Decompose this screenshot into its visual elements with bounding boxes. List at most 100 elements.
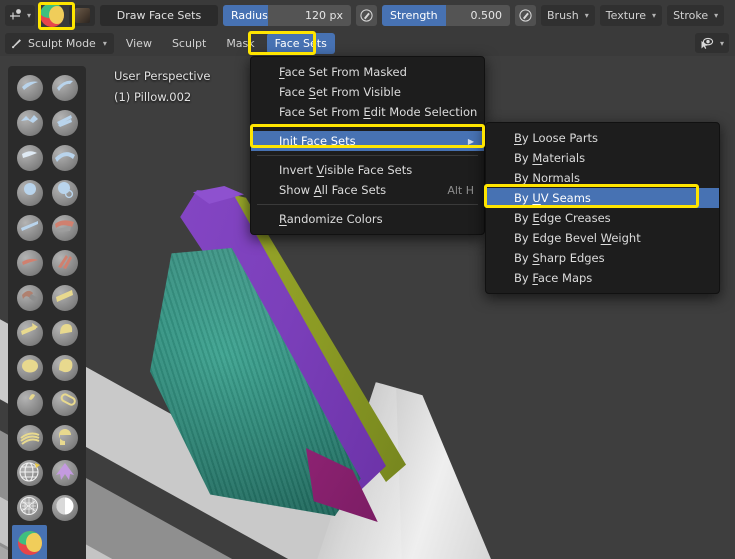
brush-name-field[interactable]: Draw Face Sets <box>100 4 218 26</box>
tool-snake-hook-brush[interactable] <box>47 350 82 385</box>
menu-item-label: By UV Seams <box>514 191 591 205</box>
tool-draw-brush[interactable] <box>12 70 47 105</box>
menu-item-label: By Edge Creases <box>514 211 611 225</box>
tool-flatten-brush[interactable] <box>12 245 47 280</box>
tool-pinch-brush[interactable] <box>12 315 47 350</box>
brush-elastic-deform-icon <box>16 354 43 381</box>
brush-scrape-icon <box>16 284 43 311</box>
menu-item-invert-visible-face-sets[interactable]: Invert Visible Face Sets <box>251 160 484 180</box>
brush-name-text: Draw Face Sets <box>116 8 202 22</box>
menu-view-label: View <box>125 36 152 50</box>
editor-type-icon[interactable]: ▾ <box>5 4 35 26</box>
sculpt-brush-toolbar[interactable] <box>8 66 86 559</box>
menu-item-init-face-sets[interactable]: Init Face Sets ▶ <box>251 131 484 151</box>
tool-simplify-brush[interactable] <box>12 490 47 525</box>
tool-rotate-brush[interactable] <box>47 420 82 455</box>
submenu-item-by-face-maps[interactable]: By Face Maps <box>486 268 719 288</box>
pressure-pen-glyph <box>360 8 373 22</box>
stroke-dropdown[interactable]: Stroke ▾ <box>667 4 725 26</box>
tool-mask-brush[interactable] <box>47 490 82 525</box>
tool-inflate-brush[interactable] <box>12 175 47 210</box>
tool-crease-brush[interactable] <box>12 210 47 245</box>
viewport-info-text: User Perspective (1) Pillow.002 <box>114 66 210 108</box>
tool-layer-brush[interactable] <box>47 140 82 175</box>
menu-item-show-all-face-sets[interactable]: Show All Face Sets Alt H <box>251 180 484 200</box>
menu-item-label: By Loose Parts <box>514 131 599 145</box>
brush-inflate-icon <box>16 179 43 206</box>
strength-pressure-icon[interactable] <box>515 4 536 26</box>
tool-cloth-brush[interactable] <box>47 455 82 490</box>
brush-thumb-icon <box>16 389 43 416</box>
radius-label: Radius <box>231 8 268 22</box>
tool-scrape-brush[interactable] <box>12 280 47 315</box>
tool-fill-brush[interactable] <box>47 245 82 280</box>
brush-preview-icon[interactable] <box>69 4 95 26</box>
tool-elastic-deform-brush[interactable] <box>12 350 47 385</box>
brush-multiplane-scrape-icon <box>51 284 78 311</box>
brush-rotate-icon <box>51 424 78 451</box>
brush-fill-icon <box>51 249 78 276</box>
submenu-item-by-normals[interactable]: By Normals <box>486 168 719 188</box>
viewport-object-label: (1) Pillow.002 <box>114 90 192 104</box>
submenu-item-by-loose-parts[interactable]: By Loose Parts <box>486 128 719 148</box>
radius-slider[interactable]: Radius 120 px <box>223 4 351 26</box>
menu-view[interactable]: View <box>118 33 160 54</box>
tool-smooth-brush[interactable] <box>47 210 82 245</box>
brush-cloth-icon <box>51 459 78 486</box>
tool-clay-thumb-brush[interactable] <box>12 140 47 175</box>
stroke-dropdown-label: Stroke <box>673 8 709 22</box>
menu-item-face-set-from-visible[interactable]: Face Set From Visible <box>251 82 484 102</box>
tool-clay-brush[interactable] <box>12 105 47 140</box>
menu-separator <box>257 155 478 156</box>
tool-nudge-brush[interactable] <box>12 420 47 455</box>
brush-crease-icon <box>16 214 43 241</box>
menu-mask-label: Mask <box>226 36 255 50</box>
brush-clay-icon <box>16 109 43 136</box>
submenu-item-by-sharp-edges[interactable]: By Sharp Edges <box>486 248 719 268</box>
menu-item-label: By Normals <box>514 171 580 185</box>
chevron-down-icon: ▾ <box>26 10 31 20</box>
submenu-item-by-edge-creases[interactable]: By Edge Creases <box>486 208 719 228</box>
mode-selector[interactable]: Sculpt Mode ▾ <box>5 32 114 54</box>
menu-mask[interactable]: Mask <box>218 33 262 54</box>
tool-draw-face-sets-brush[interactable] <box>12 525 47 559</box>
menu-item-label: By Sharp Edges <box>514 251 605 265</box>
pressure-pen-glyph <box>519 8 532 22</box>
submenu-item-by-materials[interactable]: By Materials <box>486 148 719 168</box>
brush-dropdown[interactable]: Brush ▾ <box>541 4 595 26</box>
tool-thumb-brush[interactable] <box>12 385 47 420</box>
menu-face-sets-label: Face Sets <box>274 36 327 50</box>
brush-smooth-icon <box>51 214 78 241</box>
strength-slider[interactable]: Strength 0.500 <box>382 4 510 26</box>
face-sets-brush-icon[interactable] <box>40 3 64 27</box>
menu-item-randomize-colors[interactable]: Randomize Colors <box>251 209 484 229</box>
tool-pose-brush[interactable] <box>47 385 82 420</box>
menu-item-label: By Face Maps <box>514 271 593 285</box>
tool-grab-brush[interactable] <box>47 315 82 350</box>
texture-dropdown-label: Texture <box>605 8 647 22</box>
menu-item-face-set-from-edit-mode-selection[interactable]: Face Set From Edit Mode Selection <box>251 102 484 122</box>
menu-separator <box>257 126 478 127</box>
tool-slide-relax-brush[interactable] <box>12 455 47 490</box>
brush-draw-icon <box>16 74 43 101</box>
menu-item-label: Randomize Colors <box>279 212 383 226</box>
viewport-perspective-label: User Perspective <box>114 69 211 83</box>
tool-blob-brush[interactable] <box>47 175 82 210</box>
menu-sculpt[interactable]: Sculpt <box>164 33 214 54</box>
visibility-selectability-dropdown[interactable]: ▾ <box>694 33 729 53</box>
brush-draw-face-sets-icon <box>17 530 42 555</box>
face-sets-menu[interactable]: Face Set From Masked Face Set From Visib… <box>250 56 485 235</box>
submenu-item-by-uv-seams[interactable]: By UV Seams <box>486 188 719 208</box>
tool-multiplane-scrape-brush[interactable] <box>47 280 82 315</box>
texture-dropdown[interactable]: Texture ▾ <box>599 4 663 26</box>
radius-pressure-icon[interactable] <box>356 4 377 26</box>
brush-blob-icon <box>51 179 78 206</box>
menu-face-sets[interactable]: Face Sets <box>266 32 335 54</box>
tool-clay-strips-brush[interactable] <box>47 105 82 140</box>
init-face-sets-submenu[interactable]: By Loose Parts By Materials By Normals B… <box>485 122 720 294</box>
submenu-item-by-edge-bevel-weight[interactable]: By Edge Bevel Weight <box>486 228 719 248</box>
menu-item-face-set-from-masked[interactable]: Face Set From Masked <box>251 62 484 82</box>
tool-draw-sharp-brush[interactable] <box>47 70 82 105</box>
pillow-object[interactable] <box>150 186 410 522</box>
eye-icon <box>701 37 714 49</box>
